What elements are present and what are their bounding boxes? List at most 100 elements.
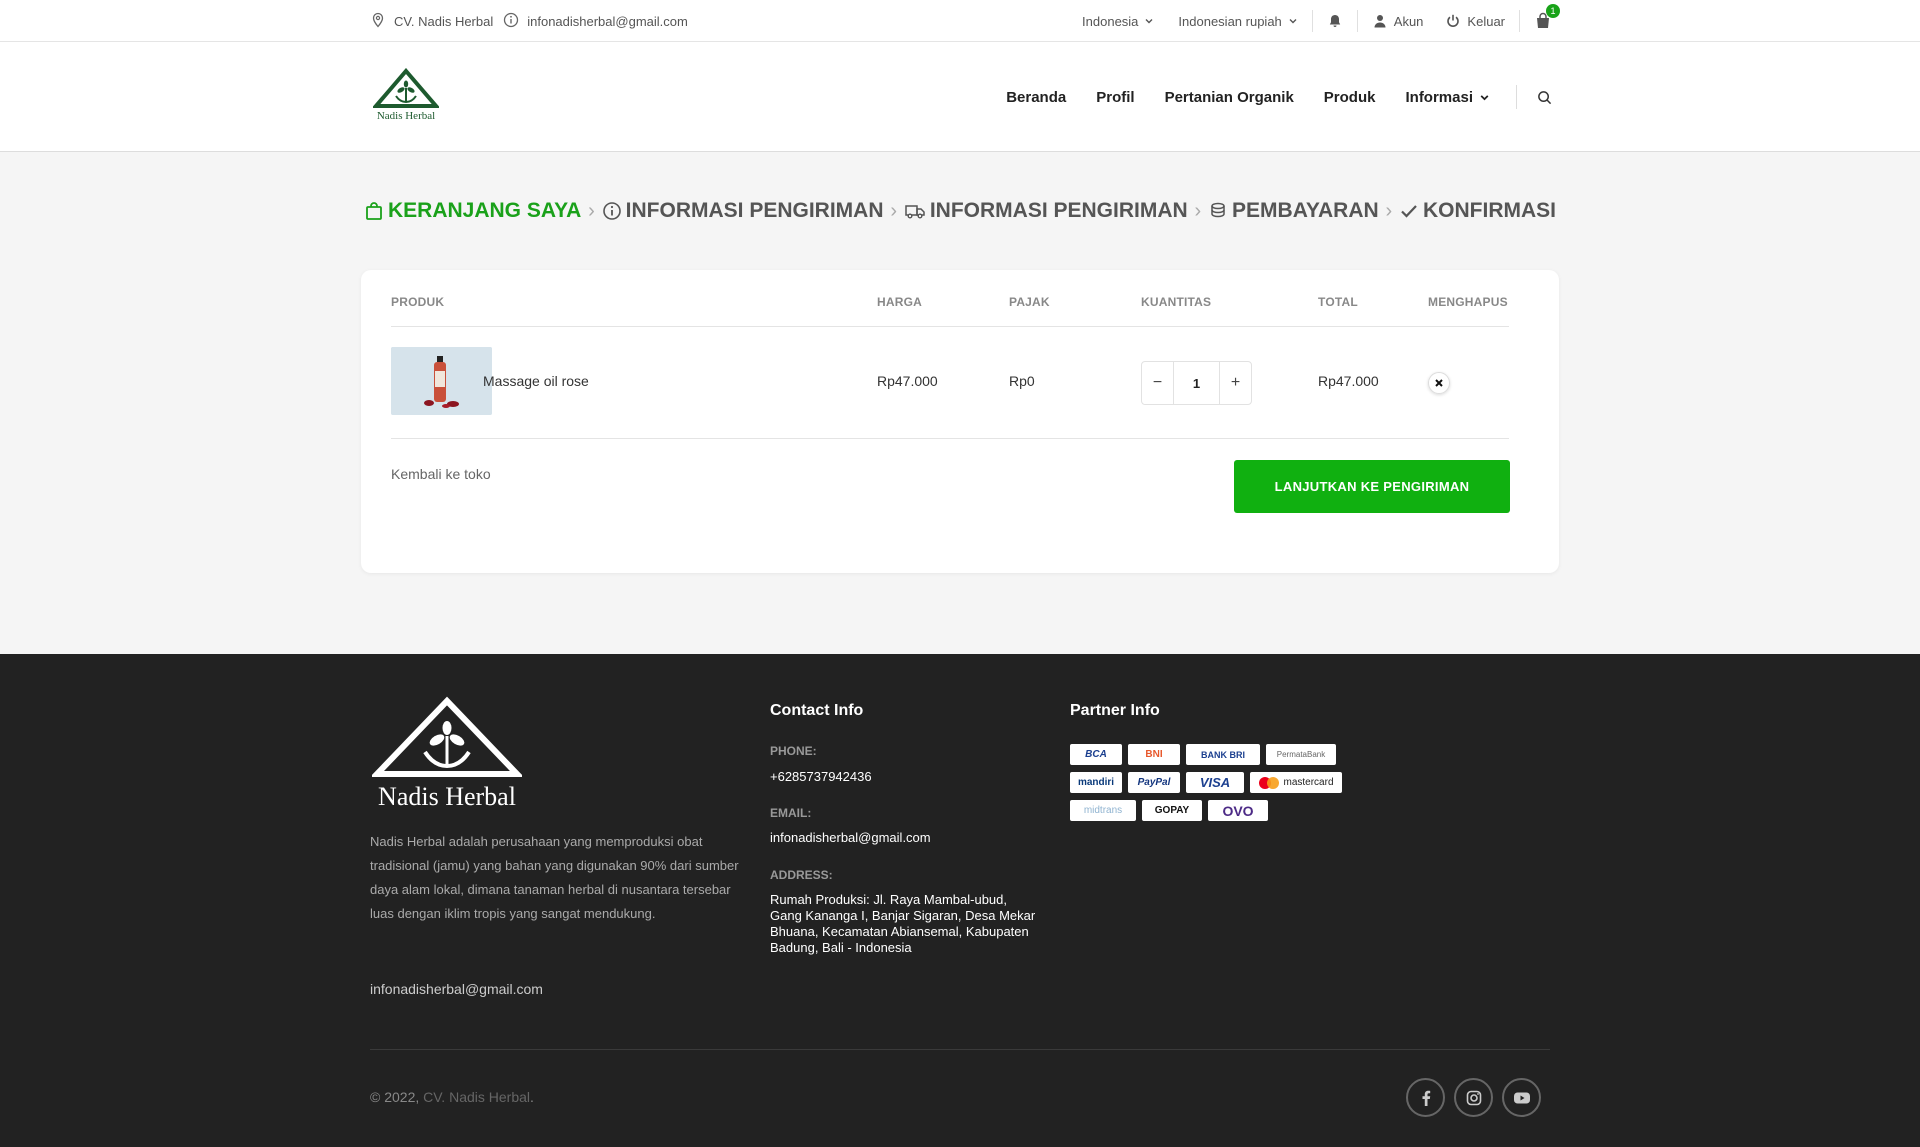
cart-count-badge: 1	[1546, 4, 1560, 18]
facebook-icon	[1422, 1090, 1430, 1106]
truck-icon	[905, 205, 925, 219]
shopping-bag-icon	[366, 202, 382, 220]
quantity-input[interactable]: 1	[1173, 362, 1220, 404]
chevron-down-icon	[1480, 94, 1489, 100]
nav-item-produk[interactable]: Produk	[1324, 89, 1376, 106]
quantity-increase-button[interactable]: +	[1220, 362, 1251, 404]
step-label: PEMBAYARAN	[1232, 199, 1379, 222]
coins-icon	[1211, 202, 1225, 218]
location-pin-icon	[370, 12, 386, 31]
address-label: ADDRESS:	[770, 868, 833, 882]
step-label: KERANJANG SAYA	[388, 199, 582, 222]
partner-logo-ovo: OVO	[1208, 800, 1268, 821]
step-keranjang-saya[interactable]: KERANJANG SAYA	[364, 199, 581, 223]
back-to-shop-link[interactable]: Kembali ke toko	[391, 466, 491, 482]
account-link[interactable]: Akun	[1372, 13, 1424, 29]
row-divider	[391, 438, 1509, 439]
step-label: INFORMASI PENGIRIMAN	[625, 199, 884, 222]
nav-item-profil[interactable]: Profil	[1096, 89, 1134, 106]
language-selector[interactable]: Indonesia	[1082, 14, 1154, 29]
topbar-actions: Indonesia Indonesian rupiah Akun Keluar …	[1082, 0, 1560, 42]
continue-to-shipping-button[interactable]: LANJUTKAN KE PENGIRIMAN	[1234, 460, 1510, 513]
column-header-product: PRODUK	[391, 295, 445, 309]
info-circle-icon	[602, 202, 621, 220]
currency-label: Indonesian rupiah	[1178, 13, 1282, 29]
footer-logo[interactable]: Nadis Herbal	[370, 696, 524, 814]
partner-logo-bri: BANK BRI	[1186, 744, 1260, 765]
site-logo[interactable]: Nadis Herbal	[370, 68, 442, 124]
logo-text: Nadis Herbal	[376, 110, 436, 122]
partner-logo-permata: PermataBank	[1266, 744, 1336, 765]
footer-logo-text: Nadis Herbal	[378, 782, 516, 811]
partner-logo-mastercard: mastercard	[1250, 772, 1342, 793]
quantity-stepper: − 1 +	[1141, 361, 1252, 405]
step-informasi-pengiriman[interactable]: INFORMASI PENGIRIMAN	[602, 199, 884, 223]
facebook-button[interactable]	[1406, 1078, 1445, 1117]
main-header: Nadis Herbal Beranda Profil Pertanian Or…	[0, 42, 1920, 152]
main-nav: Beranda Profil Pertanian Organik Produk …	[976, 42, 1552, 152]
instagram-button[interactable]	[1454, 1078, 1493, 1117]
partner-logo-mandiri: mandiri	[1070, 772, 1122, 793]
partner-logo-bni: BNI	[1128, 744, 1180, 765]
notification-button[interactable]	[1327, 13, 1343, 29]
bell-icon	[1329, 15, 1340, 27]
nav-item-beranda[interactable]: Beranda	[1006, 89, 1066, 106]
contact-info-heading: Contact Info	[770, 702, 864, 719]
product-thumbnail[interactable]	[391, 347, 492, 415]
instagram-icon	[1466, 1090, 1481, 1105]
product-image	[391, 347, 492, 415]
topbar-email[interactable]: infonadisherbal@gmail.com	[527, 14, 688, 29]
quantity-decrease-button[interactable]: −	[1142, 362, 1173, 404]
power-icon	[1447, 14, 1460, 27]
step-label: KONFIRMASI	[1423, 199, 1556, 222]
header-divider	[391, 326, 1509, 327]
mastercard-label: mastercard	[1283, 777, 1334, 788]
footer-email-link[interactable]: infonadisherbal@gmail.com	[370, 981, 543, 997]
search-button[interactable]	[1537, 90, 1552, 105]
chevron-right-icon: ›	[890, 199, 898, 222]
copyright-suffix: .	[530, 1089, 534, 1105]
contact-email-value[interactable]: infonadisherbal@gmail.com	[770, 830, 1040, 846]
chevron-down-icon	[1145, 19, 1153, 24]
nav-item-pertanian-organik[interactable]: Pertanian Organik	[1165, 89, 1294, 106]
company-name: CV. Nadis Herbal	[394, 13, 494, 29]
account-label: Akun	[1393, 13, 1424, 29]
email-label: EMAIL:	[770, 806, 812, 820]
partner-logo-paypal: PayPal	[1128, 772, 1180, 793]
copyright-brand-link[interactable]: CV. Nadis Herbal	[423, 1089, 530, 1105]
product-tax: Rp0	[1009, 373, 1035, 389]
mastercard-circles-icon	[1259, 776, 1280, 789]
product-name[interactable]: Massage oil rose	[483, 373, 589, 389]
check-icon	[1401, 205, 1417, 218]
phone-value[interactable]: +6285737942436	[770, 769, 1040, 785]
remove-item-button[interactable]	[1428, 372, 1450, 394]
logout-label: Keluar	[1467, 13, 1505, 29]
checkout-steps: KERANJANG SAYA › INFORMASI PENGIRIMAN › …	[364, 194, 1556, 228]
product-total: Rp47.000	[1318, 373, 1379, 389]
logout-link[interactable]: Keluar	[1445, 13, 1505, 29]
youtube-button[interactable]	[1502, 1078, 1541, 1117]
copyright-prefix: © 2022,	[370, 1089, 420, 1105]
youtube-icon	[1513, 1092, 1530, 1103]
user-icon	[1374, 15, 1386, 28]
partner-logo-visa: VISA	[1186, 772, 1244, 793]
chevron-right-icon: ›	[1194, 199, 1202, 222]
copyright-text: © 2022, CV. Nadis Herbal.	[370, 1089, 534, 1105]
step-informasi-pengiriman-shipping[interactable]: INFORMASI PENGIRIMAN	[904, 199, 1188, 223]
language-label: Indonesia	[1082, 13, 1139, 29]
nav-item-informasi[interactable]: Informasi	[1405, 89, 1490, 106]
social-links	[1406, 1078, 1541, 1117]
close-icon	[1435, 379, 1443, 387]
step-konfirmasi[interactable]: KONFIRMASI	[1399, 199, 1556, 223]
product-price: Rp47.000	[877, 373, 938, 389]
nav-item-informasi-label: Informasi	[1405, 88, 1473, 106]
footer: Nadis Herbal Nadis Herbal adalah perusah…	[0, 654, 1920, 1147]
cart-button[interactable]: 1	[1534, 4, 1560, 30]
step-pembayaran[interactable]: PEMBAYARAN	[1208, 199, 1379, 223]
column-header-remove: MENGHAPUS	[1428, 295, 1508, 309]
column-header-price: HARGA	[877, 295, 922, 309]
currency-selector[interactable]: Indonesian rupiah	[1178, 14, 1297, 29]
chevron-down-icon	[1289, 19, 1297, 24]
info-circle-icon	[503, 12, 519, 31]
leaf-triangle-logo-icon	[373, 68, 439, 108]
